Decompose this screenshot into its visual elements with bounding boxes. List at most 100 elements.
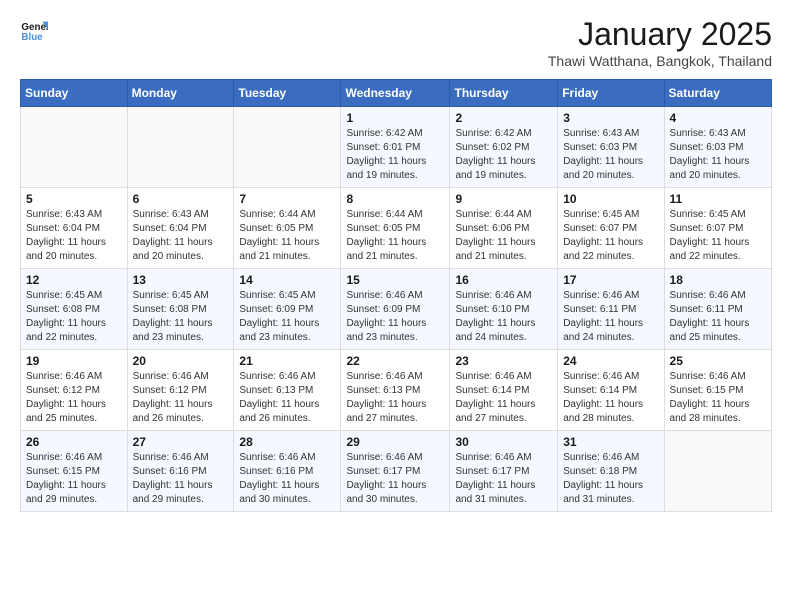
calendar-cell: 23Sunrise: 6:46 AM Sunset: 6:14 PM Dayli… xyxy=(450,350,558,431)
day-info: Sunrise: 6:46 AM Sunset: 6:17 PM Dayligh… xyxy=(455,451,552,507)
col-header-tuesday: Tuesday xyxy=(234,80,341,107)
day-number: 4 xyxy=(670,111,766,125)
svg-text:Blue: Blue xyxy=(21,32,43,43)
header-row: SundayMondayTuesdayWednesdayThursdayFrid… xyxy=(21,80,772,107)
day-number: 1 xyxy=(346,111,444,125)
day-info: Sunrise: 6:46 AM Sunset: 6:12 PM Dayligh… xyxy=(26,370,122,426)
day-info: Sunrise: 6:46 AM Sunset: 6:15 PM Dayligh… xyxy=(670,370,766,426)
day-info: Sunrise: 6:46 AM Sunset: 6:17 PM Dayligh… xyxy=(346,451,444,507)
calendar-cell: 11Sunrise: 6:45 AM Sunset: 6:07 PM Dayli… xyxy=(664,188,771,269)
col-header-sunday: Sunday xyxy=(21,80,128,107)
day-number: 22 xyxy=(346,354,444,368)
day-number: 9 xyxy=(455,192,552,206)
calendar-cell xyxy=(234,107,341,188)
week-row-1: 1 Sunrise: 6:42 AM Sunset: 6:01 PM Daylig… xyxy=(21,107,772,188)
day-info: Sunrise: 6:46 AM Sunset: 6:09 PM Dayligh… xyxy=(346,289,444,345)
day-number: 21 xyxy=(239,354,335,368)
day-number: 27 xyxy=(133,435,229,449)
day-info: Sunrise: 6:42 AM Sunset: 6:01 PM Dayligh… xyxy=(346,127,444,183)
week-row-4: 19 Sunrise: 6:46 AM Sunset: 6:12 PM Dayli… xyxy=(21,350,772,431)
page-header: General Blue January 2025 Thawi Watthana… xyxy=(20,16,772,69)
day-info: Sunrise: 6:44 AM Sunset: 6:05 PM Dayligh… xyxy=(239,208,335,264)
day-number: 19 xyxy=(26,354,122,368)
day-info: Sunrise: 6:46 AM Sunset: 6:16 PM Dayligh… xyxy=(133,451,229,507)
day-number: 14 xyxy=(239,273,335,287)
logo-icon: General Blue xyxy=(20,16,48,44)
day-info: Sunrise: 6:45 AM Sunset: 6:08 PM Dayligh… xyxy=(133,289,229,345)
col-header-thursday: Thursday xyxy=(450,80,558,107)
calendar-subtitle: Thawi Watthana, Bangkok, Thailand xyxy=(548,53,772,69)
day-number: 6 xyxy=(133,192,229,206)
calendar-cell: 24Sunrise: 6:46 AM Sunset: 6:14 PM Dayli… xyxy=(558,350,664,431)
day-info: Sunrise: 6:45 AM Sunset: 6:08 PM Dayligh… xyxy=(26,289,122,345)
calendar-cell: 13 Sunrise: 6:45 AM Sunset: 6:08 PM Dayli… xyxy=(127,269,234,350)
day-number: 8 xyxy=(346,192,444,206)
day-info: Sunrise: 6:46 AM Sunset: 6:11 PM Dayligh… xyxy=(563,289,658,345)
day-info: Sunrise: 6:43 AM Sunset: 6:04 PM Dayligh… xyxy=(133,208,229,264)
calendar-cell: 30 Sunrise: 6:46 AM Sunset: 6:17 PM Dayli… xyxy=(450,431,558,512)
calendar-cell: 15 Sunrise: 6:46 AM Sunset: 6:09 PM Dayli… xyxy=(341,269,450,350)
calendar-cell: 2 Sunrise: 6:42 AM Sunset: 6:02 PM Daylig… xyxy=(450,107,558,188)
title-block: January 2025 Thawi Watthana, Bangkok, Th… xyxy=(548,16,772,69)
day-number: 10 xyxy=(563,192,658,206)
calendar-cell: 8 Sunrise: 6:44 AM Sunset: 6:05 PM Daylig… xyxy=(341,188,450,269)
day-info: Sunrise: 6:45 AM Sunset: 6:07 PM Dayligh… xyxy=(563,208,658,264)
day-number: 26 xyxy=(26,435,122,449)
day-number: 17 xyxy=(563,273,658,287)
col-header-saturday: Saturday xyxy=(664,80,771,107)
day-info: Sunrise: 6:44 AM Sunset: 6:06 PM Dayligh… xyxy=(455,208,552,264)
calendar-cell: 7 Sunrise: 6:44 AM Sunset: 6:05 PM Daylig… xyxy=(234,188,341,269)
week-row-3: 12 Sunrise: 6:45 AM Sunset: 6:08 PM Dayli… xyxy=(21,269,772,350)
day-info: Sunrise: 6:46 AM Sunset: 6:13 PM Dayligh… xyxy=(346,370,444,426)
day-info: Sunrise: 6:46 AM Sunset: 6:15 PM Dayligh… xyxy=(26,451,122,507)
day-number: 20 xyxy=(133,354,229,368)
day-number: 16 xyxy=(455,273,552,287)
calendar-cell: 27 Sunrise: 6:46 AM Sunset: 6:16 PM Dayli… xyxy=(127,431,234,512)
calendar-cell: 20 Sunrise: 6:46 AM Sunset: 6:12 PM Dayli… xyxy=(127,350,234,431)
day-number: 31 xyxy=(563,435,658,449)
day-number: 28 xyxy=(239,435,335,449)
col-header-wednesday: Wednesday xyxy=(341,80,450,107)
day-number: 23 xyxy=(455,354,552,368)
day-info: Sunrise: 6:46 AM Sunset: 6:14 PM Dayligh… xyxy=(563,370,658,426)
day-info: Sunrise: 6:43 AM Sunset: 6:03 PM Dayligh… xyxy=(563,127,658,183)
day-number: 25 xyxy=(670,354,766,368)
calendar-cell: 25 Sunrise: 6:46 AM Sunset: 6:15 PM Dayli… xyxy=(664,350,771,431)
col-header-friday: Friday xyxy=(558,80,664,107)
calendar-cell xyxy=(664,431,771,512)
calendar-cell: 19 Sunrise: 6:46 AM Sunset: 6:12 PM Dayli… xyxy=(21,350,128,431)
day-number: 30 xyxy=(455,435,552,449)
day-info: Sunrise: 6:42 AM Sunset: 6:02 PM Dayligh… xyxy=(455,127,552,183)
day-info: Sunrise: 6:46 AM Sunset: 6:10 PM Dayligh… xyxy=(455,289,552,345)
day-number: 29 xyxy=(346,435,444,449)
day-info: Sunrise: 6:46 AM Sunset: 6:12 PM Dayligh… xyxy=(133,370,229,426)
calendar-cell: 3 Sunrise: 6:43 AM Sunset: 6:03 PM Daylig… xyxy=(558,107,664,188)
day-info: Sunrise: 6:45 AM Sunset: 6:09 PM Dayligh… xyxy=(239,289,335,345)
calendar-cell: 14 Sunrise: 6:45 AM Sunset: 6:09 PM Dayli… xyxy=(234,269,341,350)
week-row-2: 5 Sunrise: 6:43 AM Sunset: 6:04 PM Daylig… xyxy=(21,188,772,269)
day-number: 2 xyxy=(455,111,552,125)
day-number: 5 xyxy=(26,192,122,206)
day-number: 13 xyxy=(133,273,229,287)
calendar-cell: 18Sunrise: 6:46 AM Sunset: 6:11 PM Dayli… xyxy=(664,269,771,350)
day-number: 7 xyxy=(239,192,335,206)
calendar-cell: 10 Sunrise: 6:45 AM Sunset: 6:07 PM Dayli… xyxy=(558,188,664,269)
logo: General Blue xyxy=(20,16,48,44)
day-number: 12 xyxy=(26,273,122,287)
day-info: Sunrise: 6:43 AM Sunset: 6:03 PM Dayligh… xyxy=(670,127,766,183)
calendar-cell: 5Sunrise: 6:43 AM Sunset: 6:04 PM Daylig… xyxy=(21,188,128,269)
day-info: Sunrise: 6:46 AM Sunset: 6:16 PM Dayligh… xyxy=(239,451,335,507)
day-info: Sunrise: 6:44 AM Sunset: 6:05 PM Dayligh… xyxy=(346,208,444,264)
calendar-cell: 17 Sunrise: 6:46 AM Sunset: 6:11 PM Dayli… xyxy=(558,269,664,350)
day-info: Sunrise: 6:46 AM Sunset: 6:13 PM Dayligh… xyxy=(239,370,335,426)
day-info: Sunrise: 6:46 AM Sunset: 6:18 PM Dayligh… xyxy=(563,451,658,507)
calendar-cell: 6 Sunrise: 6:43 AM Sunset: 6:04 PM Daylig… xyxy=(127,188,234,269)
calendar-cell xyxy=(21,107,128,188)
calendar-cell: 21 Sunrise: 6:46 AM Sunset: 6:13 PM Dayli… xyxy=(234,350,341,431)
calendar-cell: 26 Sunrise: 6:46 AM Sunset: 6:15 PM Dayli… xyxy=(21,431,128,512)
calendar-cell: 12 Sunrise: 6:45 AM Sunset: 6:08 PM Dayli… xyxy=(21,269,128,350)
calendar-cell: 28 Sunrise: 6:46 AM Sunset: 6:16 PM Dayli… xyxy=(234,431,341,512)
calendar-cell: 1 Sunrise: 6:42 AM Sunset: 6:01 PM Daylig… xyxy=(341,107,450,188)
day-number: 15 xyxy=(346,273,444,287)
day-number: 3 xyxy=(563,111,658,125)
